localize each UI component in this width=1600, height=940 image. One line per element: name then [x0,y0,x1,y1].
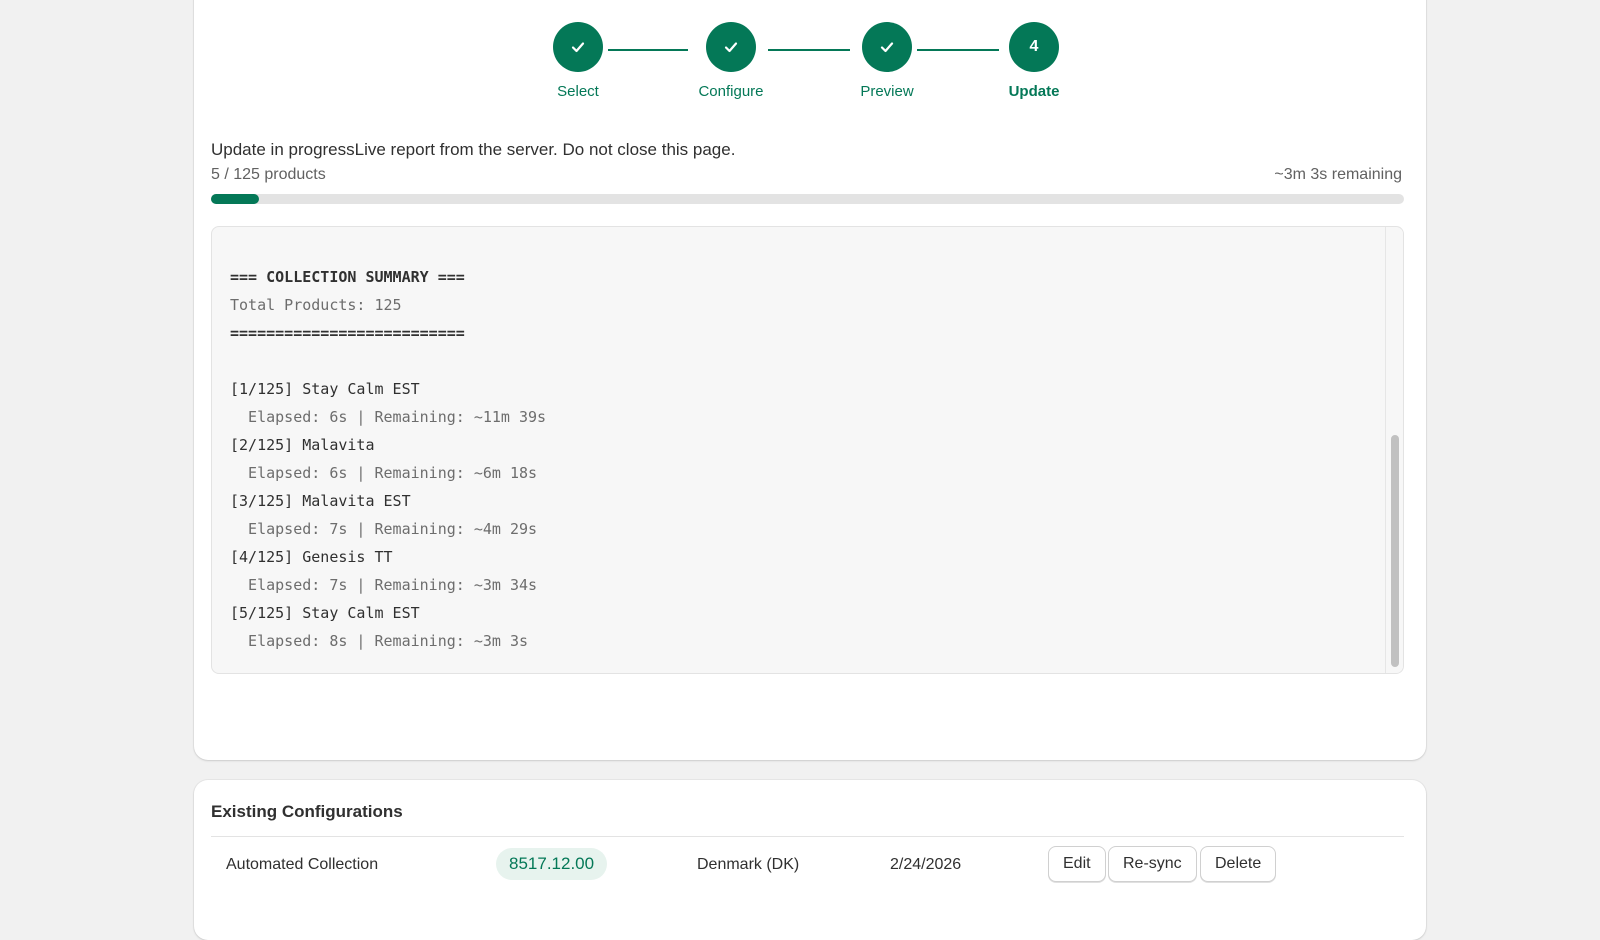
check-icon [880,42,894,53]
log-line: [5/125] Stay Calm EST [230,604,420,622]
config-date: 2/24/2026 [890,856,962,873]
progress-bar-fill [211,194,259,204]
log-line: [4/125] Genesis TT [230,548,393,566]
edit-button[interactable]: Edit [1048,846,1106,882]
divider [211,836,1404,837]
log-line: Elapsed: 8s | Remaining: ~3m 3s [230,632,529,650]
resync-button[interactable]: Re-sync [1108,846,1197,882]
log-line: ========================== [230,324,465,342]
log-line: Elapsed: 7s | Remaining: ~3m 34s [230,576,538,594]
log-line: [2/125] Malavita [230,436,375,454]
log-line: === COLLECTION SUMMARY === [230,268,465,286]
delete-button[interactable]: Delete [1200,846,1277,882]
step-configure-circle [706,22,756,72]
amount-badge: 8517.12.00 [496,848,608,880]
check-icon [571,42,585,53]
step-connector [768,49,850,51]
section-title: Existing Configurations [211,802,403,821]
log-scrollbar-thumb[interactable] [1391,435,1399,667]
check-icon [724,42,738,53]
step-connector [608,49,688,51]
step-preview-circle [862,22,912,72]
step-label-preview: Preview [860,83,914,100]
log-lines: === COLLECTION SUMMARY === Total Products… [230,263,546,655]
log-line: Elapsed: 7s | Remaining: ~4m 29s [230,520,538,538]
product-count: 5 / 125 products [211,166,326,183]
update-status-text: Update in progressLive report from the s… [211,140,736,159]
log-line: Elapsed: 6s | Remaining: ~6m 18s [230,464,538,482]
log-scrollbar[interactable] [1385,227,1403,673]
step-connector [917,49,999,51]
time-remaining: ~3m 3s remaining [1274,166,1402,183]
stepper: 4 Select Configure Preview Update [0,0,1600,110]
progress-bar [211,194,1404,204]
step-number: 4 [1029,38,1039,55]
config-market: Denmark (DK) [697,856,800,873]
step-label-select: Select [557,83,599,100]
existing-configurations-card: Existing Configurations Automated Collec… [194,780,1426,940]
step-label-update: Update [1008,83,1060,100]
log-line: [1/125] Stay Calm EST [230,380,420,398]
step-update-circle: 4 [1009,22,1059,72]
live-log-panel[interactable]: === COLLECTION SUMMARY === Total Products… [211,226,1404,674]
log-line: Elapsed: 6s | Remaining: ~11m 39s [230,408,547,426]
config-name: Automated Collection [226,856,379,873]
step-select-circle [553,22,603,72]
log-line: Total Products: 125 [230,296,402,314]
log-line: [3/125] Malavita EST [230,492,411,510]
step-label-configure: Configure [698,83,764,100]
